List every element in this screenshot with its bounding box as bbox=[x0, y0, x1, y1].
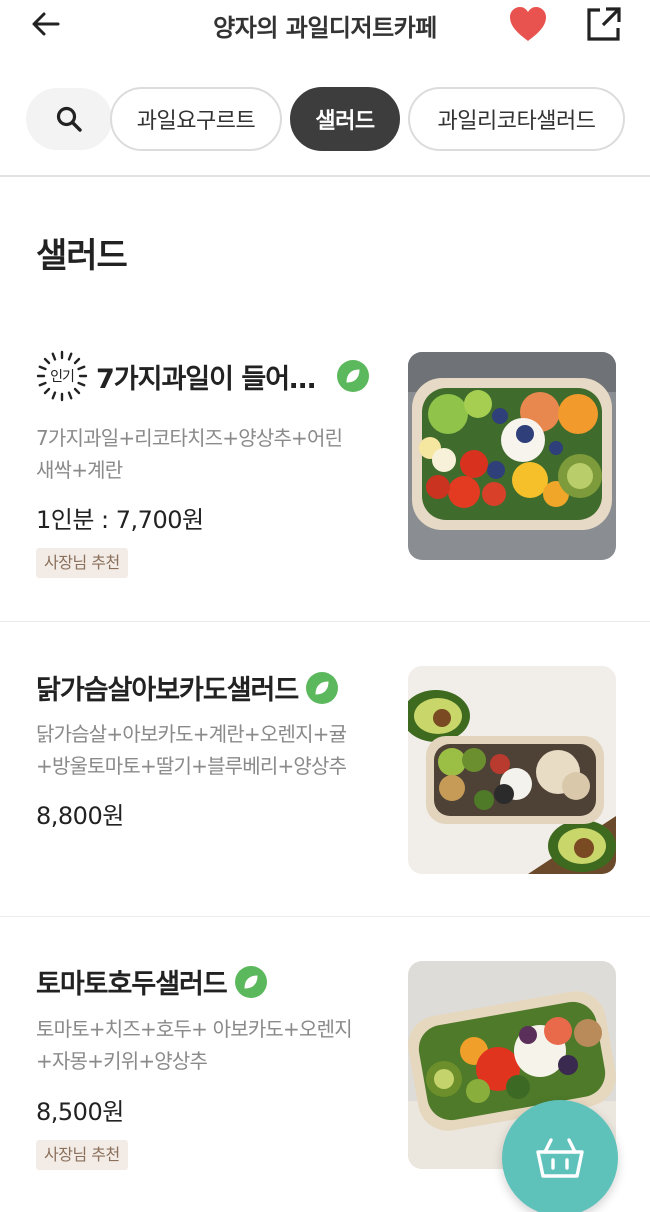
favorite-button[interactable] bbox=[507, 4, 549, 44]
heart-icon bbox=[510, 7, 546, 41]
item-price: 8,500원 bbox=[36, 1098, 124, 1126]
description-line: 닭가슴살+아보카도+계란+오렌지+귤 bbox=[36, 722, 347, 746]
owner-recommend-badge: 사장님 추천 bbox=[36, 1140, 128, 1170]
item-name: 7가지과일이 들어… bbox=[96, 363, 316, 395]
item-name: 토마토호두샐러드 bbox=[36, 969, 228, 1000]
item-separator bbox=[0, 621, 650, 622]
leaf-icon bbox=[337, 360, 370, 392]
item-price: 8,800원 bbox=[36, 802, 124, 830]
item-photo bbox=[408, 666, 616, 874]
shopping-basket-icon bbox=[536, 1138, 584, 1178]
top-header: 양자의 과일디저트카페 bbox=[0, 0, 650, 48]
search-icon bbox=[56, 106, 82, 132]
section-title: 샐러드 bbox=[36, 236, 128, 276]
description-line: 새싹+계란 bbox=[36, 458, 123, 482]
owner-recommend-badge: 사장님 추천 bbox=[36, 548, 128, 578]
item-name-row: 닭가슴살아보카도샐러드 bbox=[36, 668, 339, 707]
item-description: 7가지과일+리코타치즈+양상추+어린 새싹+계란 bbox=[36, 422, 386, 486]
store-title: 양자의 과일디저트카페 bbox=[213, 14, 437, 42]
category-bar: 과일요구르트 샐러드 과일리코타샐러드 bbox=[0, 86, 650, 152]
search-button[interactable] bbox=[26, 88, 112, 150]
leaf-icon bbox=[234, 965, 267, 998]
tab-salad[interactable]: 샐러드 bbox=[290, 87, 400, 151]
item-photo bbox=[408, 352, 616, 560]
item-name-row: 인기 7가지과일이 들어… bbox=[36, 350, 370, 402]
header-divider bbox=[0, 175, 650, 177]
item-name-row: 토마토호두샐러드 bbox=[36, 962, 267, 1001]
description-line: +방울토마토+딸기+블루베리+양상추 bbox=[36, 754, 347, 778]
leaf-icon bbox=[306, 671, 339, 704]
item-description: 닭가슴살+아보카도+계란+오렌지+귤 +방울토마토+딸기+블루베리+양상추 bbox=[36, 718, 386, 782]
item-description: 토마토+치즈+호두+ 아보카도+오렌지 +자몽+키위+양상추 bbox=[36, 1013, 386, 1077]
popular-badge: 인기 bbox=[36, 350, 88, 402]
item-name: 닭가슴살아보카도샐러드 bbox=[36, 675, 299, 706]
item-separator bbox=[0, 916, 650, 917]
tab-fruit-yogurt[interactable]: 과일요구르트 bbox=[110, 87, 282, 151]
share-button[interactable] bbox=[584, 4, 624, 44]
description-line: +자몽+키위+양상추 bbox=[36, 1049, 208, 1073]
cart-button[interactable] bbox=[502, 1100, 618, 1212]
item-price: 1인분 : 7,700원 bbox=[36, 506, 204, 534]
popular-label: 인기 bbox=[50, 369, 75, 385]
tab-fruit-ricotta-salad[interactable]: 과일리코타샐러드 bbox=[408, 87, 625, 151]
description-line: 7가지과일+리코타치즈+양상추+어린 bbox=[36, 426, 343, 450]
description-line: 토마토+치즈+호두+ 아보카도+오렌지 bbox=[36, 1017, 353, 1041]
share-icon bbox=[587, 7, 621, 41]
